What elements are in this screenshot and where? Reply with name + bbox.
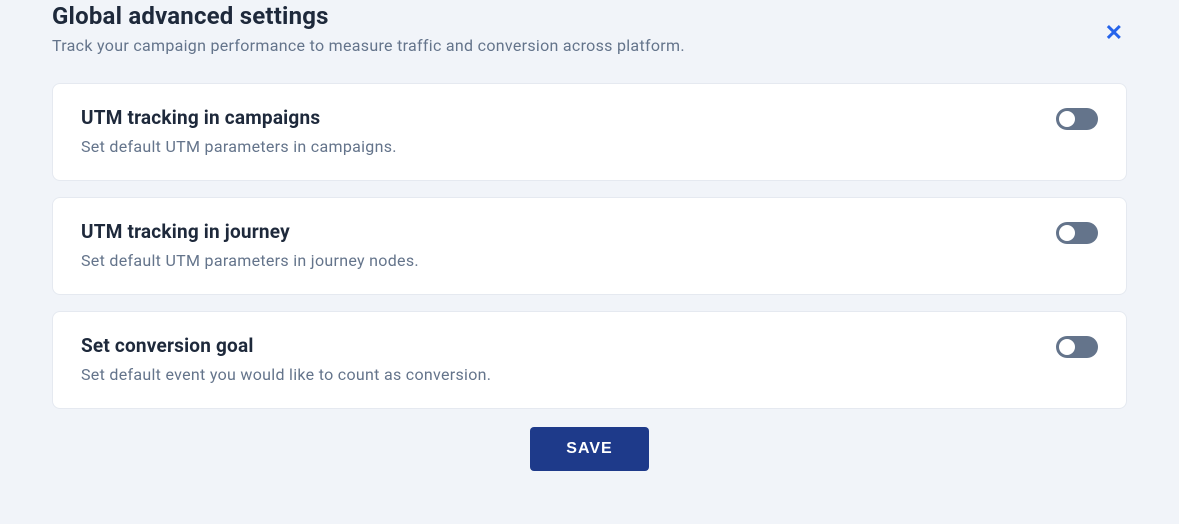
card-title: UTM tracking in campaigns: [81, 106, 1056, 129]
close-icon: ✕: [1105, 20, 1123, 45]
toggle-knob: [1059, 111, 1075, 127]
card-utm-journey: UTM tracking in journey Set default UTM …: [52, 197, 1127, 295]
card-title: Set conversion goal: [81, 334, 1056, 357]
toggle-knob: [1059, 339, 1075, 355]
card-description: Set default UTM parameters in journey no…: [81, 251, 1056, 270]
header: Global advanced settings Track your camp…: [52, 0, 1127, 55]
toggle-conversion-goal[interactable]: [1056, 336, 1098, 358]
footer: SAVE: [52, 427, 1127, 471]
toggle-knob: [1059, 225, 1075, 241]
card-utm-campaigns: UTM tracking in campaigns Set default UT…: [52, 83, 1127, 181]
page-title: Global advanced settings: [52, 2, 1127, 30]
card-content: Set conversion goal Set default event yo…: [81, 334, 1056, 384]
toggle-utm-journey[interactable]: [1056, 222, 1098, 244]
card-conversion-goal: Set conversion goal Set default event yo…: [52, 311, 1127, 409]
card-title: UTM tracking in journey: [81, 220, 1056, 243]
close-button[interactable]: ✕: [1101, 18, 1127, 48]
save-button[interactable]: SAVE: [530, 427, 648, 471]
card-description: Set default event you would like to coun…: [81, 365, 1056, 384]
settings-container: Global advanced settings Track your camp…: [0, 0, 1179, 471]
card-description: Set default UTM parameters in campaigns.: [81, 137, 1056, 156]
card-content: UTM tracking in campaigns Set default UT…: [81, 106, 1056, 156]
toggle-utm-campaigns[interactable]: [1056, 108, 1098, 130]
card-content: UTM tracking in journey Set default UTM …: [81, 220, 1056, 270]
page-subtitle: Track your campaign performance to measu…: [52, 36, 1127, 55]
